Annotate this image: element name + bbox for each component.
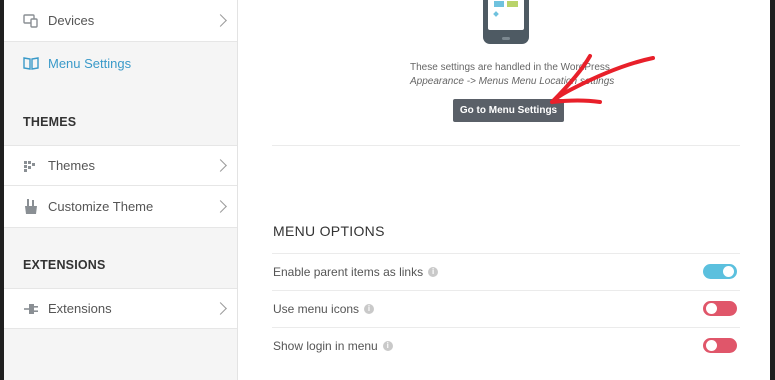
divider xyxy=(272,290,740,291)
tablet-illustration xyxy=(483,0,529,44)
info-icon[interactable]: i xyxy=(428,267,439,277)
chevron-right-icon xyxy=(214,200,227,213)
toggle-enable-parent-links[interactable] xyxy=(703,264,737,279)
sidebar-item-menu-settings[interactable]: Menu Settings xyxy=(4,43,237,83)
chevron-right-icon xyxy=(214,14,227,27)
sidebar-item-themes[interactable]: Themes xyxy=(4,145,237,186)
themes-icon xyxy=(22,157,40,175)
sidebar-item-label: Customize Theme xyxy=(48,199,154,214)
divider xyxy=(272,253,740,254)
sidebar-item-extensions[interactable]: Extensions xyxy=(4,288,237,329)
chevron-right-icon xyxy=(214,159,227,172)
section-title-themes: THEMES xyxy=(23,115,77,129)
info-icon[interactable]: i xyxy=(382,341,393,351)
menu-options-title: MENU OPTIONS xyxy=(273,223,385,239)
divider xyxy=(272,145,740,146)
book-icon xyxy=(22,54,40,72)
toggle-show-login[interactable] xyxy=(703,338,737,353)
option-text: Use menu icons xyxy=(273,302,360,316)
plug-icon xyxy=(22,300,40,318)
option-label-parent-links: Enable parent items as links i xyxy=(273,265,439,279)
option-text: Show login in menu xyxy=(273,339,378,353)
option-label-menu-icons: Use menu icons i xyxy=(273,302,375,316)
brush-cup-icon xyxy=(22,198,40,216)
devices-icon xyxy=(22,12,40,30)
option-text: Enable parent items as links xyxy=(273,265,424,279)
sidebar-item-label: Menu Settings xyxy=(48,55,132,71)
sidebar-item-customize-theme[interactable]: Customize Theme xyxy=(4,186,237,228)
option-label-show-login: Show login in menu i xyxy=(273,339,393,353)
sidebar-item-label: Devices xyxy=(48,13,95,28)
main-content: These settings are handled in the WordPr… xyxy=(238,0,770,380)
sidebar-item-label: Extensions xyxy=(48,301,112,316)
sidebar-item-label: Themes xyxy=(48,158,95,173)
info-text-line2: Appearance -> Menus Menu Location settin… xyxy=(410,76,615,87)
section-title-extensions: EXTENSIONS xyxy=(23,258,106,272)
info-icon[interactable]: i xyxy=(364,304,375,314)
info-text-line1: These settings are handled in the WordPr… xyxy=(410,62,610,73)
toggle-use-menu-icons[interactable] xyxy=(703,301,737,316)
sidebar-item-devices[interactable]: Devices xyxy=(4,0,237,42)
chevron-right-icon xyxy=(214,302,227,315)
divider xyxy=(272,327,740,328)
sidebar: Devices Menu Settings THEMES Themes Cust… xyxy=(4,0,238,380)
app-frame: Devices Menu Settings THEMES Themes Cust… xyxy=(4,0,770,380)
go-to-menu-settings-button[interactable]: Go to Menu Settings xyxy=(453,99,564,122)
